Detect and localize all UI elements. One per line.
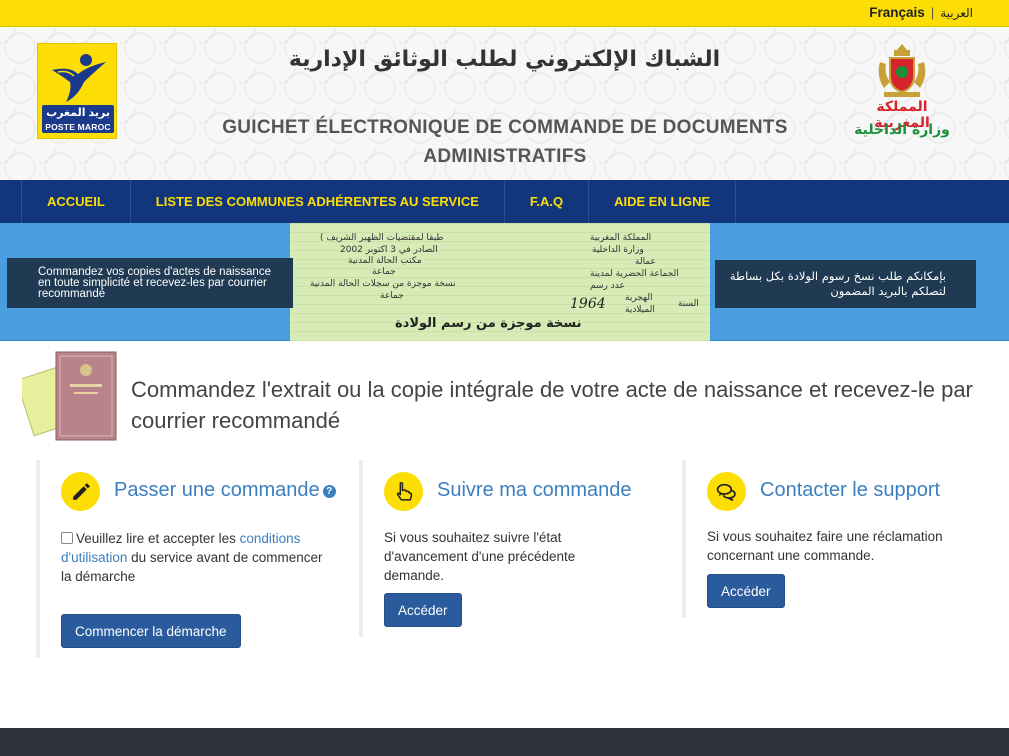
poste-logo-bar: بريد المغرب POSTE MAROC	[42, 105, 114, 133]
doc-line: وزارة الداخلية	[592, 245, 644, 255]
card-divider	[682, 460, 686, 618]
doc-line: عدد رسم	[590, 281, 625, 291]
passer-commande-title: Passer une commande?	[114, 479, 336, 502]
nav-item-communes[interactable]: LISTE DES COMMUNES ADHÉRENTES AU SERVICE	[131, 180, 505, 223]
poste-logo-latin: POSTE MAROC	[45, 122, 111, 132]
card-divider	[36, 460, 40, 658]
ministry-logo-line2: وزارة الداخلية	[854, 122, 950, 138]
card-divider	[359, 460, 363, 637]
passer-commande-text: Veuillez lire et accepter les conditions…	[61, 529, 331, 586]
livret-de-famille-image	[22, 351, 117, 441]
coat-of-arms-icon	[878, 44, 926, 97]
nav-list: ACCUEIL LISTE DES COMMUNES ADHÉRENTES AU…	[21, 180, 737, 223]
pencil-icon-circle	[61, 472, 100, 511]
suivre-commande-text: Si vous souhaitez suivre l'état d'avance…	[384, 530, 576, 583]
chat-bubbles-icon	[716, 483, 736, 502]
language-bar: Français | العربية	[0, 0, 1009, 27]
language-separator: |	[930, 5, 935, 20]
page-title-french: GUICHET ÉLECTRONIQUE DE COMMANDE DE DOCU…	[222, 117, 788, 167]
doc-line: المملكة المغربية	[590, 233, 652, 243]
language-arabic[interactable]: العربية	[940, 6, 973, 20]
birth-certificate-image: ( طبقا لمقتضيات الظهير الشريف الصادر في …	[290, 223, 710, 341]
accept-conditions-checkbox[interactable]	[61, 532, 73, 544]
poste-logo-arabic: بريد المغرب	[46, 107, 110, 119]
doc-line: السنة	[678, 299, 699, 309]
intro-heading: Commandez l'extrait ou la copie intégral…	[131, 377, 973, 433]
hand-pointer-icon-circle	[384, 472, 423, 511]
conditions-text-before: Veuillez lire et accepter les	[76, 531, 240, 546]
language-french[interactable]: Français	[869, 5, 925, 20]
doc-line: الصادر في 3 اكتوبر 2002	[340, 245, 438, 255]
doc-year: 1964	[570, 296, 606, 312]
ministry-interior-logo: المملكة المغربية وزارة الداخلية	[852, 42, 962, 162]
nav-item-accueil[interactable]: ACCUEIL	[22, 180, 131, 223]
commencer-demarche-button[interactable]: Commencer la démarche	[61, 614, 241, 648]
doc-line: الميلادية	[625, 305, 655, 315]
site-header: بريد المغرب POSTE MAROC الشباك الإلكترون…	[0, 28, 1009, 180]
suivre-commande-title: Suivre ma commande	[437, 479, 632, 501]
suivre-acceder-button[interactable]: Accéder	[384, 593, 462, 627]
contacter-support-title: Contacter le support	[760, 479, 941, 501]
nav-item-aide[interactable]: AIDE EN LIGNE	[589, 180, 737, 223]
doc-line: مكتب الحالة المدنية	[348, 256, 422, 266]
doc-line: الجماعة الحضرية لمدينة	[590, 269, 679, 279]
banner-caption-french: Commandez vos copies d'actes de naissanc…	[7, 258, 293, 308]
nav-item-faq[interactable]: F.A.Q	[505, 180, 590, 223]
support-acceder-button[interactable]: Accéder	[707, 574, 785, 608]
pencil-icon	[73, 483, 90, 500]
banner-caption-arabic: بإمكانكم طلب نسخ رسوم الولادة بكل بساطة …	[715, 260, 976, 308]
contacter-support-text: Si vous souhaitez faire une réclamation …	[707, 529, 943, 563]
doc-line: عمالة	[635, 257, 656, 267]
page-footer	[0, 728, 1009, 756]
doc-line: الهجرية	[625, 293, 653, 303]
language-switcher: Français | العربية	[869, 5, 973, 20]
chat-icon-circle	[707, 472, 746, 511]
help-icon[interactable]: ?	[322, 485, 336, 498]
hand-pointer-icon	[396, 481, 413, 501]
doc-line: جماعة	[372, 267, 396, 277]
passer-commande-title-text: Passer une commande	[114, 479, 320, 501]
hero-banner: ( طبقا لمقتضيات الظهير الشريف الصادر في …	[0, 223, 1009, 341]
doc-heading: نسخة موجزة من رسم الولادة	[395, 316, 582, 331]
doc-line: نسخة موجزة من سجلات الحالة المدنية	[310, 279, 456, 289]
doc-line: ( طبقا لمقتضيات الظهير الشريف	[320, 233, 444, 243]
main-nav: ACCUEIL LISTE DES COMMUNES ADHÉRENTES AU…	[0, 180, 1009, 223]
doc-line: جماعة	[380, 291, 404, 301]
